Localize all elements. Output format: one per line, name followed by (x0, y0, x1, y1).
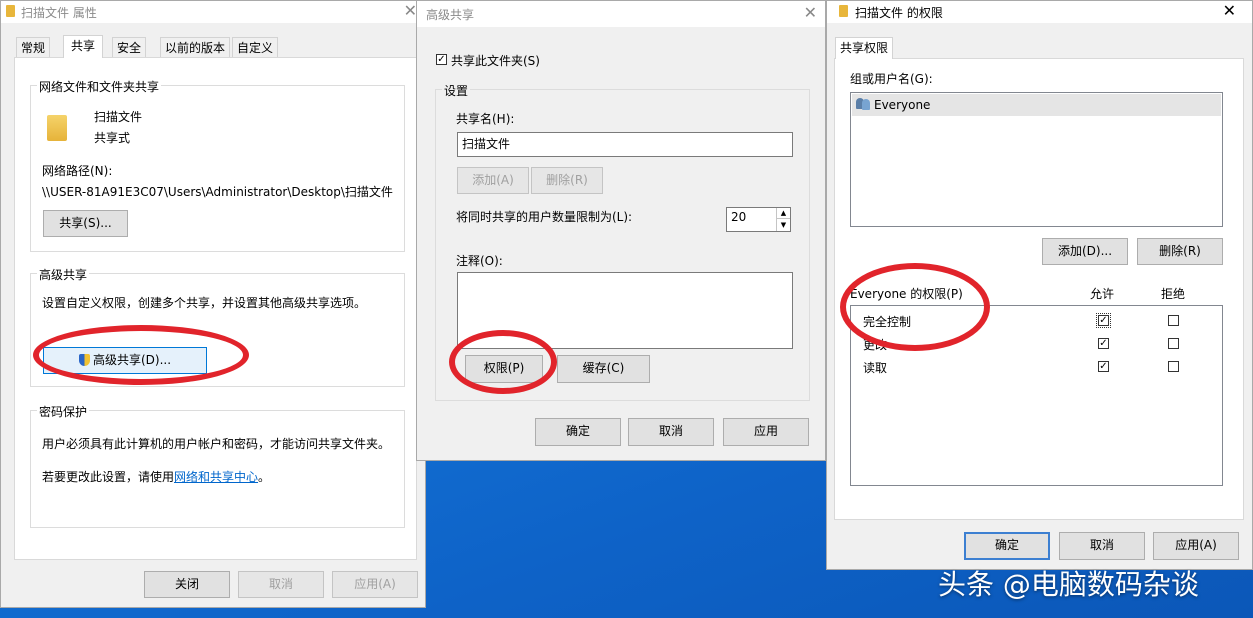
password-protection-group: 密码保护 用户必须具有此计算机的用户帐户和密码，才能访问共享文件夹。 若要更改此… (30, 403, 405, 528)
advanced-sharing-window: 高级共享 ✕ ✓ 共享此文件夹(S) 设置 共享名(H): 扫描文件 添加(A)… (416, 0, 826, 461)
permissions-titlebar[interactable]: 扫描文件 的权限 ✕ (827, 1, 1252, 23)
caching-button[interactable]: 缓存(C) (557, 355, 650, 383)
share-folder-checkbox[interactable]: ✓ (436, 54, 447, 65)
close-icon[interactable]: ✕ (404, 1, 417, 20)
network-path-value: \\USER-81A91E3C07\Users\Administrator\De… (42, 185, 393, 199)
window-title: 扫描文件 的权限 (855, 6, 943, 20)
remove-button[interactable]: 删除(R) (531, 167, 603, 194)
comment-label: 注释(O): (456, 254, 503, 268)
spin-up-icon[interactable]: ▲ (776, 208, 790, 219)
group-label: 网络文件和文件夹共享 (37, 78, 162, 95)
password-description: 用户必须具有此计算机的用户帐户和密码，才能访问共享文件夹。 (42, 437, 391, 451)
allow-read-checkbox[interactable]: ✓ (1098, 361, 1109, 372)
close-icon[interactable]: ✕ (1223, 1, 1236, 20)
allow-change-checkbox[interactable]: ✓ (1098, 338, 1109, 349)
allow-column-header: 允许 (1090, 287, 1115, 301)
allow-full-control-checkbox[interactable]: ✓ (1096, 313, 1111, 328)
share-name-input[interactable]: 扫描文件 (457, 132, 793, 157)
tab-customize[interactable]: 自定义 (232, 37, 279, 57)
advanced-sharing-description: 设置自定义权限，创建多个共享，并设置其他高级共享选项。 (42, 296, 367, 310)
ok-button[interactable]: 确定 (535, 418, 621, 446)
tab-share-permissions[interactable]: 共享权限 (835, 37, 894, 59)
folder-icon (839, 5, 848, 17)
users-listbox[interactable]: Everyone (850, 92, 1223, 227)
close-icon[interactable]: ✕ (804, 3, 817, 22)
permission-name: 读取 (863, 361, 888, 375)
folder-icon (6, 5, 15, 17)
annotation-circle-advanced-sharing (33, 325, 249, 385)
ok-button[interactable]: 确定 (964, 532, 1050, 560)
group-label: 设置 (442, 82, 471, 99)
watermark: 头条 @电脑数码杂谈 (938, 568, 1199, 601)
network-sharing-center-link[interactable]: 网络和共享中心 (174, 470, 258, 484)
group-users-label: 组或用户名(G): (850, 72, 933, 86)
tab-security[interactable]: 安全 (112, 37, 147, 57)
user-name: Everyone (874, 98, 931, 112)
password-change-suffix: 。 (258, 470, 271, 484)
properties-window: 扫描文件 属性 ✕ 常规 共享 安全 以前的版本 自定义 网络文件和文件夹共享 … (0, 0, 426, 608)
apply-button[interactable]: 应用(A) (1153, 532, 1239, 560)
cancel-button[interactable]: 取消 (1059, 532, 1145, 560)
deny-read-checkbox[interactable] (1168, 361, 1179, 372)
add-user-button[interactable]: 添加(D)... (1042, 238, 1128, 265)
group-label: 密码保护 (37, 403, 90, 420)
password-change-prefix: 若要更改此设置，请使用 (42, 470, 175, 484)
deny-change-checkbox[interactable] (1168, 338, 1179, 349)
close-button[interactable]: 关闭 (144, 571, 230, 598)
tab-general[interactable]: 常规 (16, 37, 51, 57)
password-change-text: 若要更改此设置，请使用网络和共享中心。 (42, 468, 270, 485)
sharing-tab-panel: 网络文件和文件夹共享 扫描文件 共享式 网络路径(N): \\USER-81A9… (14, 57, 417, 560)
tab-previous-versions[interactable]: 以前的版本 (160, 37, 231, 57)
properties-titlebar[interactable]: 扫描文件 属性 ✕ (1, 1, 425, 23)
user-limit-value: 20 (731, 210, 747, 224)
apply-button[interactable]: 应用 (723, 418, 809, 446)
share-button[interactable]: 共享(S)... (43, 210, 128, 237)
remove-user-button[interactable]: 删除(R) (1137, 238, 1223, 265)
deny-full-control-checkbox[interactable] (1168, 315, 1179, 326)
window-title: 扫描文件 属性 (21, 6, 97, 20)
user-limit-spinner[interactable]: 20 ▲ ▼ (726, 207, 791, 232)
list-item-everyone[interactable]: Everyone (852, 94, 1221, 116)
user-limit-label: 将同时共享的用户数量限制为(L): (456, 210, 633, 224)
cancel-button[interactable]: 取消 (238, 571, 324, 598)
annotation-circle-everyone-permissions (840, 263, 990, 351)
folder-name: 扫描文件 (94, 110, 143, 124)
annotation-circle-permissions (449, 330, 557, 394)
add-button[interactable]: 添加(A) (457, 167, 529, 194)
share-folder-label: 共享此文件夹(S) (451, 54, 540, 68)
advanced-sharing-titlebar[interactable]: 高级共享 ✕ (417, 1, 825, 27)
window-title: 高级共享 (426, 8, 475, 22)
network-share-group: 网络文件和文件夹共享 扫描文件 共享式 网络路径(N): \\USER-81A9… (30, 78, 405, 252)
spin-down-icon[interactable]: ▼ (776, 219, 790, 231)
apply-button[interactable]: 应用(A) (332, 571, 418, 598)
users-group-icon (856, 98, 872, 110)
cancel-button[interactable]: 取消 (628, 418, 714, 446)
share-name-label: 共享名(H): (456, 112, 515, 126)
tab-sharing[interactable]: 共享 (63, 35, 104, 58)
network-path-label: 网络路径(N): (42, 164, 113, 178)
group-label: 高级共享 (37, 266, 90, 283)
share-state: 共享式 (94, 131, 131, 145)
folder-icon (47, 115, 67, 141)
deny-column-header: 拒绝 (1161, 287, 1186, 301)
